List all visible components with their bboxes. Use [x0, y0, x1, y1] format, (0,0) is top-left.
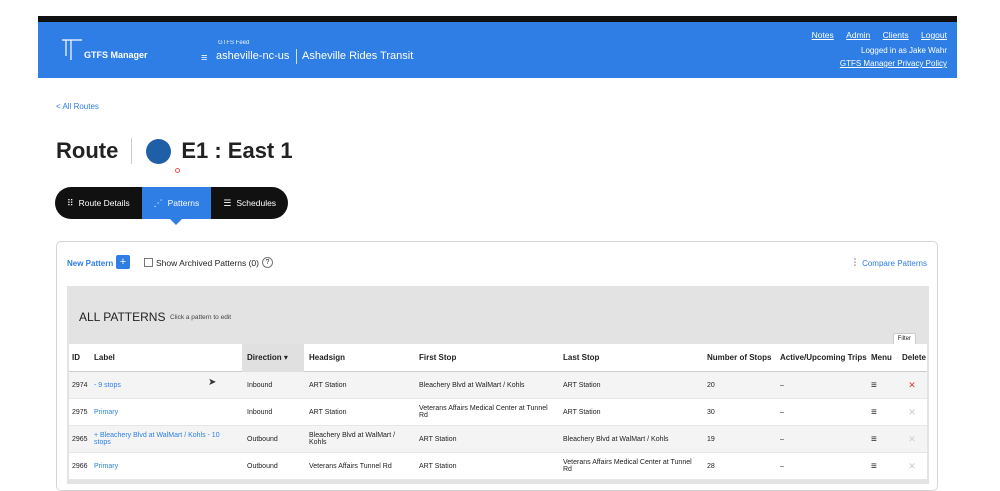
indicator-dot — [175, 168, 180, 173]
col-num-stops: Number of Stops — [707, 353, 772, 362]
col-active-trips: Active/Upcoming Trips — [780, 353, 867, 362]
feed-id[interactable]: asheville-nc-us — [216, 50, 289, 62]
mouse-cursor-icon: ➤ — [208, 377, 217, 388]
pattern-label-link[interactable]: Primary — [92, 463, 242, 470]
table-header: ID Label Direction ▾ Headsign First Stop… — [69, 343, 927, 372]
tab-patterns[interactable]: ⋰ Patterns — [141, 187, 212, 225]
admin-link[interactable]: Admin — [846, 30, 870, 40]
feed-caption: GTFS Feed — [218, 40, 250, 46]
menu-icon[interactable]: ≡ — [871, 407, 901, 418]
all-patterns-section: ALL PATTERNS Click a pattern to edit Fil… — [67, 286, 929, 484]
menu-icon[interactable]: ≡ — [871, 461, 901, 472]
sliders-icon: ⫶ — [853, 258, 857, 269]
page-title: Route E1 : East 1 — [56, 136, 293, 166]
all-patterns-title: ALL PATTERNS — [79, 310, 166, 324]
gtfs-logo-icon — [62, 39, 82, 60]
col-menu: Menu — [871, 353, 892, 362]
table-row[interactable]: 2966 Primary Outbound Veterans Affairs T… — [69, 453, 927, 480]
pattern-label-link[interactable]: - 9 stops — [92, 382, 242, 389]
delete-icon: ✕ — [908, 406, 916, 417]
schedule-icon: ☰ — [223, 197, 232, 208]
patterns-table: ID Label Direction ▾ Headsign First Stop… — [69, 343, 927, 480]
col-direction[interactable]: Direction ▾ — [242, 343, 304, 372]
help-icon[interactable]: ? — [262, 257, 273, 268]
table-row[interactable]: 2965 + Bleachery Blvd at WalMart / Kohls… — [69, 426, 927, 453]
patterns-panel: New Pattern + Show Archived Patterns (0)… — [56, 241, 938, 491]
table-row[interactable]: 2974 - 9 stops Inbound ART Station Bleac… — [69, 372, 927, 399]
compare-patterns-button[interactable]: ⫶ Compare Patterns — [854, 258, 927, 269]
app-header: GTFS Manager GTFS Feed ≡ asheville-nc-us… — [38, 22, 957, 78]
route-name: E1 : East 1 — [181, 138, 293, 163]
col-first-stop: First Stop — [419, 353, 457, 362]
pattern-icon: ⋰ — [153, 197, 163, 208]
logged-in-text: Logged in as Jake Wahr — [861, 46, 947, 55]
title-divider — [131, 138, 133, 164]
feed-divider — [296, 49, 297, 64]
compare-label: Compare Patterns — [862, 259, 927, 268]
notes-link[interactable]: Notes — [812, 30, 834, 40]
privacy-policy-link[interactable]: GTFS Manager Privacy Policy — [840, 59, 947, 68]
header-links: Notes Admin Clients Logout — [802, 30, 947, 40]
menu-icon[interactable]: ≡ — [871, 380, 901, 391]
all-routes-link[interactable]: < All Routes — [56, 102, 99, 111]
tab-label: Route Details — [78, 198, 130, 208]
app-name: GTFS Manager — [84, 50, 148, 60]
route-tabs: ⠿ Route Details ⋰ Patterns ☰ Schedules — [55, 187, 289, 225]
new-pattern-button[interactable]: + — [116, 255, 130, 269]
col-delete: Delete — [901, 353, 926, 362]
grip-icon: ⠿ — [67, 197, 74, 208]
archived-checkbox[interactable] — [144, 258, 153, 267]
delete-icon: ✕ — [908, 460, 916, 471]
table-body: 2974 - 9 stops Inbound ART Station Bleac… — [69, 372, 927, 480]
show-archived-toggle[interactable]: Show Archived Patterns (0) ? — [144, 257, 273, 268]
tab-label: Patterns — [167, 198, 200, 208]
table-row[interactable]: 2975 Primary Inbound ART Station Veteran… — [69, 399, 927, 426]
col-last-stop: Last Stop — [563, 353, 600, 362]
col-label: Label — [94, 353, 115, 362]
clients-link[interactable]: Clients — [883, 30, 909, 40]
col-headsign: Headsign — [309, 353, 346, 362]
feed-name: Asheville Rides Transit — [302, 50, 414, 62]
pattern-label-link[interactable]: Primary — [92, 409, 242, 416]
menu-icon[interactable]: ≡ — [871, 434, 901, 445]
col-id: ID — [72, 353, 80, 362]
pattern-label-link[interactable]: + Bleachery Blvd at WalMart / Kohls - 10… — [92, 432, 242, 446]
delete-icon[interactable]: ✕ — [901, 380, 927, 391]
all-patterns-hint: Click a pattern to edit — [170, 314, 232, 321]
new-pattern-link[interactable]: New Pattern — [67, 259, 113, 268]
route-color-swatch — [146, 138, 172, 164]
feed-menu-icon[interactable]: ≡ — [201, 52, 207, 64]
tab-label: Schedules — [236, 198, 277, 208]
tab-schedules[interactable]: ☰ Schedules — [211, 187, 288, 219]
archived-label: Show Archived Patterns (0) — [156, 257, 259, 268]
logout-link[interactable]: Logout — [921, 30, 947, 40]
route-heading: Route — [56, 138, 119, 163]
delete-icon: ✕ — [908, 433, 916, 444]
tab-route-details[interactable]: ⠿ Route Details — [55, 187, 142, 219]
